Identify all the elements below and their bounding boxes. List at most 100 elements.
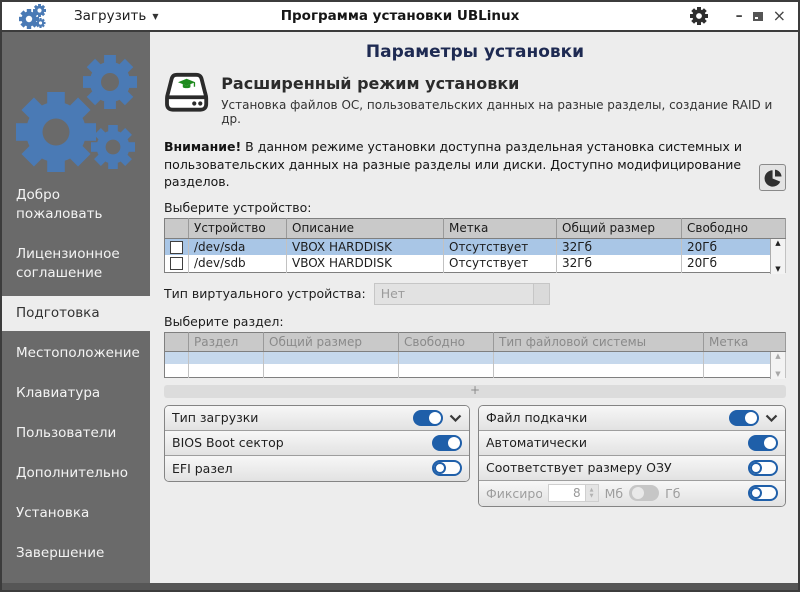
swap-toggle[interactable] bbox=[729, 410, 759, 426]
virtual-device-select[interactable]: Нет bbox=[374, 283, 550, 305]
swap-ram-label: Соответствует размеру ОЗУ bbox=[486, 460, 742, 475]
sidebar-item-welcome[interactable]: Добро пожаловать bbox=[2, 178, 150, 232]
minimize-icon[interactable]: – bbox=[736, 11, 743, 21]
bios-boot-toggle[interactable] bbox=[432, 435, 462, 451]
device-table-wrap: Устройство Описание Метка Общий размер С… bbox=[164, 218, 786, 273]
sidebar: Добро пожаловать Лицензионное соглашение… bbox=[2, 32, 150, 583]
settings-gear-icon[interactable] bbox=[690, 7, 708, 25]
partition-row-empty-2 bbox=[165, 364, 786, 377]
partition-section-label: Выберите раздел: bbox=[164, 314, 786, 329]
bios-boot-row: BIOS Boot сектор bbox=[165, 431, 469, 456]
partition-col-fstype: Тип файловой системы bbox=[494, 332, 704, 351]
warning-body: В данном режиме установки доступна разде… bbox=[164, 139, 742, 189]
main-content: Параметры установки Расширенный режим ус… bbox=[150, 32, 798, 583]
partition-row-empty-1 bbox=[165, 351, 786, 364]
app-logo-gears-icon bbox=[18, 2, 46, 30]
swap-auto-label: Автоматически bbox=[486, 435, 742, 450]
titlebar: Загрузить ▼ Программа установки UBLinux … bbox=[2, 2, 798, 32]
boot-type-toggle[interactable] bbox=[413, 410, 443, 426]
swap-auto-row: Автоматически bbox=[479, 431, 785, 456]
spinner-down-icon[interactable]: ▼ bbox=[590, 493, 594, 499]
chevron-down-icon[interactable] bbox=[449, 414, 462, 422]
swap-header-row[interactable]: Файл подкачки bbox=[479, 406, 785, 431]
partition-table-wrap: Раздел Общий размер Свободно Тип файлово… bbox=[164, 332, 786, 378]
bios-boot-label: BIOS Boot сектор bbox=[172, 435, 426, 450]
device-col-free: Свободно bbox=[682, 218, 786, 238]
device-checkbox-sdb[interactable] bbox=[170, 257, 183, 270]
partition-col-check bbox=[165, 332, 189, 351]
device-table-header: Устройство Описание Метка Общий размер С… bbox=[165, 218, 786, 238]
boot-type-header-row[interactable]: Тип загрузки bbox=[165, 406, 469, 431]
maximize-icon[interactable] bbox=[753, 12, 763, 21]
sidebar-item-keyboard[interactable]: Клавиатура bbox=[2, 376, 150, 411]
load-menu-label: Загрузить bbox=[74, 8, 146, 24]
device-col-label: Метка bbox=[444, 218, 557, 238]
swap-fixed-label: Фиксированный размер bbox=[486, 486, 542, 501]
device-table: Устройство Описание Метка Общий размер С… bbox=[164, 218, 786, 273]
sidebar-item-users[interactable]: Пользователи bbox=[2, 416, 150, 451]
partition-col-partition: Раздел bbox=[189, 332, 264, 351]
partition-table-header: Раздел Общий размер Свободно Тип файлово… bbox=[165, 332, 786, 351]
partition-table-scrollbar[interactable]: ▲ ▼ bbox=[770, 352, 785, 379]
device-table-scrollbar[interactable]: ▲ ▼ bbox=[770, 239, 785, 274]
device-row-sda[interactable]: /dev/sda VBOX HARDDISK Отсутствует 32Гб … bbox=[165, 238, 786, 255]
sidebar-item-additional[interactable]: Дополнительно bbox=[2, 456, 150, 491]
efi-toggle[interactable] bbox=[432, 460, 462, 476]
sidebar-gears-logo-icon bbox=[4, 42, 150, 174]
sidebar-item-install[interactable]: Установка bbox=[2, 496, 150, 531]
device-section-label: Выберите устройство: bbox=[164, 200, 786, 215]
swap-ram-toggle[interactable] bbox=[748, 460, 778, 476]
partition-col-label: Метка bbox=[704, 332, 786, 351]
chevron-down-icon[interactable] bbox=[765, 414, 778, 422]
close-icon[interactable]: × bbox=[773, 10, 786, 22]
sidebar-item-preparation[interactable]: Подготовка bbox=[2, 296, 150, 331]
boot-type-panel: Тип загрузки BIOS Boot сектор EFI разел bbox=[164, 405, 470, 482]
scroll-down-icon: ▼ bbox=[775, 370, 780, 379]
device-col-check bbox=[165, 218, 189, 238]
virtual-device-label: Тип виртуального устройства: bbox=[164, 286, 366, 301]
partition-table: Раздел Общий размер Свободно Тип файлово… bbox=[164, 332, 786, 378]
disk-usage-pie-button[interactable] bbox=[759, 164, 786, 191]
device-checkbox-sda[interactable] bbox=[170, 241, 183, 254]
spinner-stepper[interactable]: ▲ ▼ bbox=[586, 484, 599, 502]
mode-subtitle: Установка файлов ОС, пользовательских да… bbox=[221, 98, 786, 126]
unit-toggle[interactable] bbox=[629, 485, 659, 501]
warning-text: Внимание! В данном режиме установки дост… bbox=[164, 138, 769, 191]
swap-fixed-row: Фиксированный размер ▲ ▼ Мб Гб bbox=[479, 481, 785, 506]
device-col-total: Общий размер bbox=[557, 218, 682, 238]
swap-auto-toggle[interactable] bbox=[748, 435, 778, 451]
sidebar-item-location[interactable]: Местоположение bbox=[2, 336, 150, 371]
pie-chart-icon bbox=[763, 168, 783, 188]
swap-label: Файл подкачки bbox=[486, 410, 723, 425]
mode-title: Расширенный режим установки bbox=[221, 74, 786, 93]
window-bottom-edge bbox=[2, 583, 798, 590]
warning-bold: Внимание! bbox=[164, 139, 241, 154]
installer-window: Загрузить ▼ Программа установки UBLinux … bbox=[0, 0, 800, 592]
partition-col-free: Свободно bbox=[399, 332, 494, 351]
unit-gb-label: Гб bbox=[665, 486, 680, 501]
device-col-description: Описание bbox=[287, 218, 444, 238]
device-row-sdb[interactable]: /dev/sdb VBOX HARDDISK Отсутствует 32Гб … bbox=[165, 255, 786, 272]
combo-dropdown-button[interactable] bbox=[533, 284, 549, 304]
swap-panel: Файл подкачки Автоматически Соответствуе… bbox=[478, 405, 786, 507]
sidebar-item-license[interactable]: Лицензионное соглашение bbox=[2, 237, 150, 291]
add-partition-button[interactable]: + bbox=[164, 385, 786, 398]
sidebar-nav: Добро пожаловать Лицензионное соглашение… bbox=[2, 178, 150, 571]
virtual-device-value: Нет bbox=[375, 286, 533, 301]
load-menu-button[interactable]: Загрузить ▼ bbox=[74, 8, 159, 24]
device-col-device: Устройство bbox=[189, 218, 287, 238]
sidebar-item-finish[interactable]: Завершение bbox=[2, 536, 150, 571]
fixed-size-toggle[interactable] bbox=[748, 485, 778, 501]
fixed-size-input[interactable] bbox=[548, 484, 586, 502]
scroll-up-icon[interactable]: ▲ bbox=[775, 239, 780, 248]
efi-row: EFI разел bbox=[165, 456, 469, 481]
caret-down-icon: ▼ bbox=[152, 12, 158, 21]
scroll-up-icon: ▲ bbox=[775, 352, 780, 361]
boot-type-label: Тип загрузки bbox=[172, 410, 407, 425]
unit-mb-label: Мб bbox=[605, 486, 624, 501]
partition-col-total: Общий размер bbox=[264, 332, 399, 351]
scroll-down-icon[interactable]: ▼ bbox=[775, 265, 780, 274]
advanced-mode-drive-icon bbox=[164, 70, 209, 114]
swap-ram-row: Соответствует размеру ОЗУ bbox=[479, 456, 785, 481]
efi-label: EFI разел bbox=[172, 461, 426, 476]
